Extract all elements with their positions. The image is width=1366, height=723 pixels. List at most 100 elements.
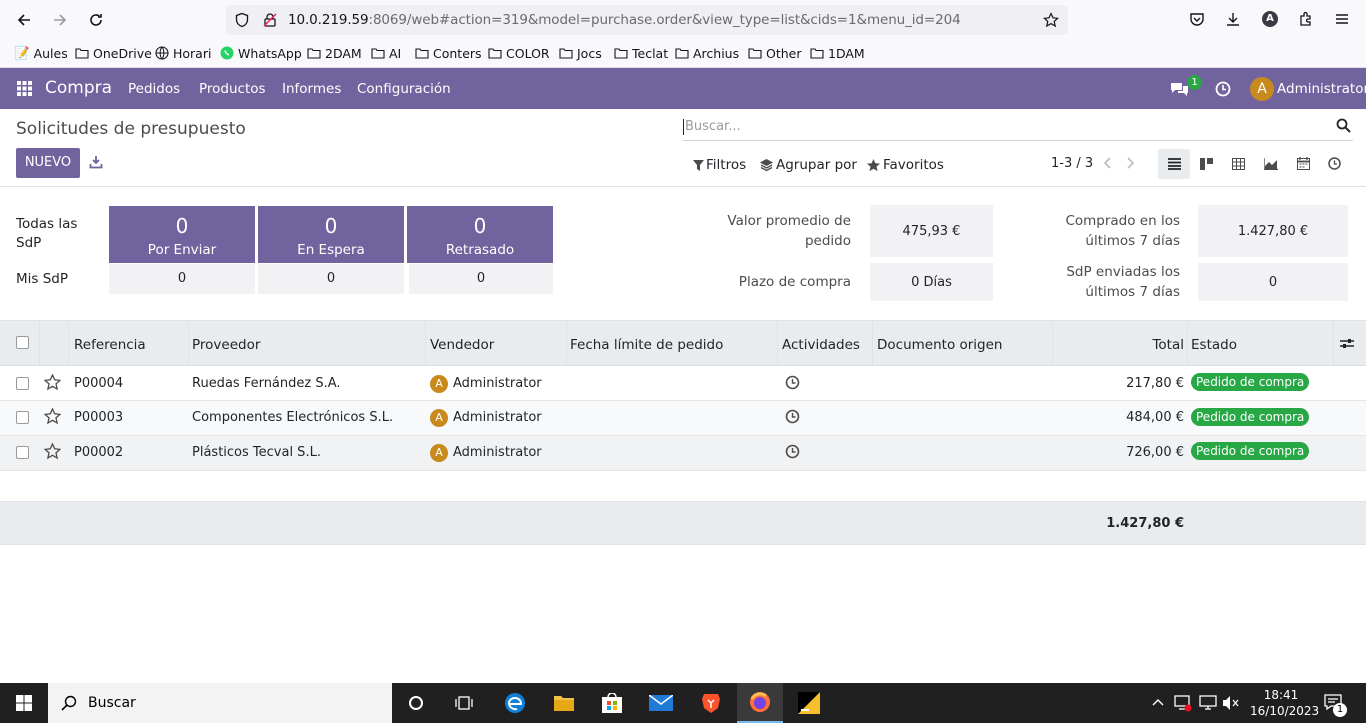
column-total[interactable]: Total (1100, 337, 1184, 353)
column-fecha-limite[interactable]: Fecha límite de pedido (570, 337, 723, 353)
reload-button[interactable] (84, 8, 108, 32)
new-button[interactable]: NUEVO (16, 148, 80, 178)
group-by-button[interactable]: Agrupar por (760, 157, 857, 173)
pivot-table-icon[interactable] (1232, 158, 1245, 170)
forward-button[interactable] (48, 8, 72, 32)
task-view-button[interactable] (444, 683, 484, 723)
chevron-right-icon[interactable] (1125, 157, 1135, 169)
pager-value[interactable]: 1-3 / 3 (1051, 156, 1093, 171)
extensions-icon[interactable] (1298, 11, 1314, 27)
star-outline-icon[interactable] (44, 443, 61, 460)
network-warning-icon[interactable] (1174, 694, 1192, 712)
status-badge: Pedido de compra (1191, 408, 1310, 426)
file-explorer-app[interactable] (543, 683, 585, 723)
bookmark-ai[interactable]: AI (371, 44, 401, 62)
hamburger-menu-icon[interactable] (1334, 11, 1350, 27)
tile-late[interactable]: 0 Retrasado (407, 206, 553, 263)
url-bar[interactable]: 10.0.219.59:8069/web#action=319&model=pu… (226, 5, 1068, 35)
tile-waiting[interactable]: 0 En Espera (258, 206, 404, 263)
app-name[interactable]: Compra (45, 78, 112, 98)
brave-app[interactable] (690, 683, 732, 723)
bookmark-horari[interactable]: Horari (155, 44, 211, 62)
dev-tools-app[interactable] (788, 683, 830, 723)
taskbar-search[interactable]: Buscar (48, 683, 392, 723)
cortana-button[interactable] (396, 683, 436, 723)
circle-icon (409, 696, 423, 710)
star-outline-icon[interactable] (44, 374, 61, 391)
download-icon[interactable] (89, 155, 103, 169)
row-checkbox[interactable] (16, 377, 29, 390)
bookmark-onedrive[interactable]: OneDrive (75, 44, 152, 62)
menu-configuracion[interactable]: Configuración (357, 81, 451, 97)
my-waiting[interactable]: 0 (258, 264, 404, 294)
favorites-button[interactable]: Favoritos (867, 157, 944, 173)
table-row[interactable]: P00003 Componentes Electrónicos S.L. A A… (0, 401, 1366, 436)
column-actividades[interactable]: Actividades (782, 337, 860, 353)
activity-clock-icon[interactable] (785, 444, 800, 459)
column-estado[interactable]: Estado (1191, 337, 1237, 353)
bookmark-jocs[interactable]: Jocs (559, 44, 602, 62)
tile-to-send[interactable]: 0 Por Enviar (109, 206, 255, 263)
calendar-icon[interactable] (1297, 157, 1310, 170)
bookmark-teclat[interactable]: Teclat (614, 44, 668, 62)
clock[interactable]: 18:41 16/10/2023 (1250, 687, 1319, 719)
menu-informes[interactable]: Informes (282, 81, 341, 97)
user-avatar[interactable]: A (1250, 77, 1274, 101)
bookmark-color[interactable]: COLOR (488, 44, 550, 62)
graph-icon[interactable] (1264, 158, 1278, 170)
row-checkbox[interactable] (16, 446, 29, 459)
column-vendedor[interactable]: Vendedor (430, 337, 494, 353)
activity-clock-icon[interactable] (1328, 157, 1341, 170)
account-icon[interactable]: A (1262, 11, 1278, 27)
arrow-right-icon (54, 14, 67, 26)
edge-app[interactable] (494, 683, 536, 723)
table-row[interactable]: P00002 Plásticos Tecval S.L. A Administr… (0, 436, 1366, 471)
download-icon[interactable] (1225, 11, 1241, 27)
user-name[interactable]: Administrator (1277, 81, 1366, 97)
table-row[interactable]: P00004 Ruedas Fernández S.A. A Administr… (0, 366, 1366, 401)
row-user: Administrator (453, 410, 542, 425)
my-to-send[interactable]: 0 (109, 264, 255, 294)
column-proveedor[interactable]: Proveedor (192, 337, 260, 353)
all-rfq-label: Todas las SdP (16, 216, 78, 251)
row-user: Administrator (453, 376, 542, 391)
bookmark-2dam[interactable]: 2DAM (307, 44, 362, 62)
optional-columns-icon[interactable] (1340, 337, 1354, 350)
select-all-checkbox[interactable] (16, 336, 29, 349)
speaker-muted-icon[interactable] (1222, 695, 1240, 711)
activity-clock-icon[interactable] (785, 375, 800, 390)
search-input[interactable]: Buscar... (685, 119, 741, 134)
bookmark-1dam[interactable]: 1DAM (810, 44, 865, 62)
chevron-left-icon[interactable] (1103, 157, 1113, 169)
my-late[interactable]: 0 (409, 264, 553, 294)
bookmark-star-icon[interactable] (1043, 12, 1059, 28)
menu-pedidos[interactable]: Pedidos (128, 81, 180, 97)
clock-icon[interactable] (1215, 81, 1231, 97)
search-icon[interactable] (1336, 118, 1351, 133)
bookmark-archius[interactable]: Archius (675, 44, 739, 62)
column-referencia[interactable]: Referencia (74, 337, 146, 353)
star-outline-icon[interactable] (44, 408, 61, 425)
bookmark-aules[interactable]: 📝 Aules (14, 44, 68, 62)
bookmark-other[interactable]: Other (748, 44, 802, 62)
bookmark-conters[interactable]: Conters (415, 44, 482, 62)
menu-productos[interactable]: Productos (199, 81, 266, 97)
back-button[interactable] (12, 8, 36, 32)
column-documento-origen[interactable]: Documento origen (877, 337, 1002, 353)
list-view-button[interactable] (1158, 149, 1190, 179)
user-avatar: A (430, 375, 448, 393)
row-checkbox[interactable] (16, 411, 29, 424)
activity-clock-icon[interactable] (785, 409, 800, 424)
mail-app[interactable] (640, 683, 682, 723)
chevron-up-icon[interactable] (1152, 697, 1164, 707)
bookmark-whatsapp[interactable]: WhatsApp (220, 44, 302, 62)
firefox-app[interactable] (737, 683, 783, 723)
start-button[interactable] (0, 683, 48, 723)
filters-button[interactable]: Filtros (693, 157, 746, 173)
kanban-icon[interactable] (1200, 158, 1213, 170)
store-app[interactable] (591, 683, 633, 723)
display-icon[interactable] (1199, 695, 1217, 711)
apps-grid-icon[interactable] (17, 81, 32, 96)
folder-icon (675, 48, 689, 59)
pocket-icon[interactable] (1189, 11, 1205, 27)
